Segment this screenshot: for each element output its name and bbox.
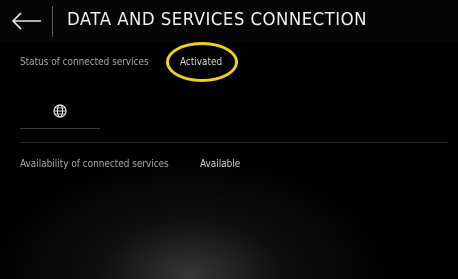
header-divider — [52, 6, 53, 37]
arrow-left-icon — [11, 12, 41, 30]
status-label: Status of connected services — [20, 55, 149, 68]
screen: DATA AND SERVICES CONNECTION Status of c… — [0, 0, 458, 279]
language-button[interactable] — [49, 100, 71, 122]
header-bar: DATA AND SERVICES CONNECTION — [0, 0, 458, 43]
language-underline — [20, 128, 100, 129]
back-button[interactable] — [10, 9, 44, 33]
page-title: DATA AND SERVICES CONNECTION — [67, 9, 367, 30]
availability-label: Availability of connected services — [20, 157, 169, 170]
availability-value: Available — [200, 157, 241, 170]
highlight-circle — [166, 42, 238, 82]
globe-icon — [53, 104, 67, 118]
section-divider — [20, 142, 448, 143]
